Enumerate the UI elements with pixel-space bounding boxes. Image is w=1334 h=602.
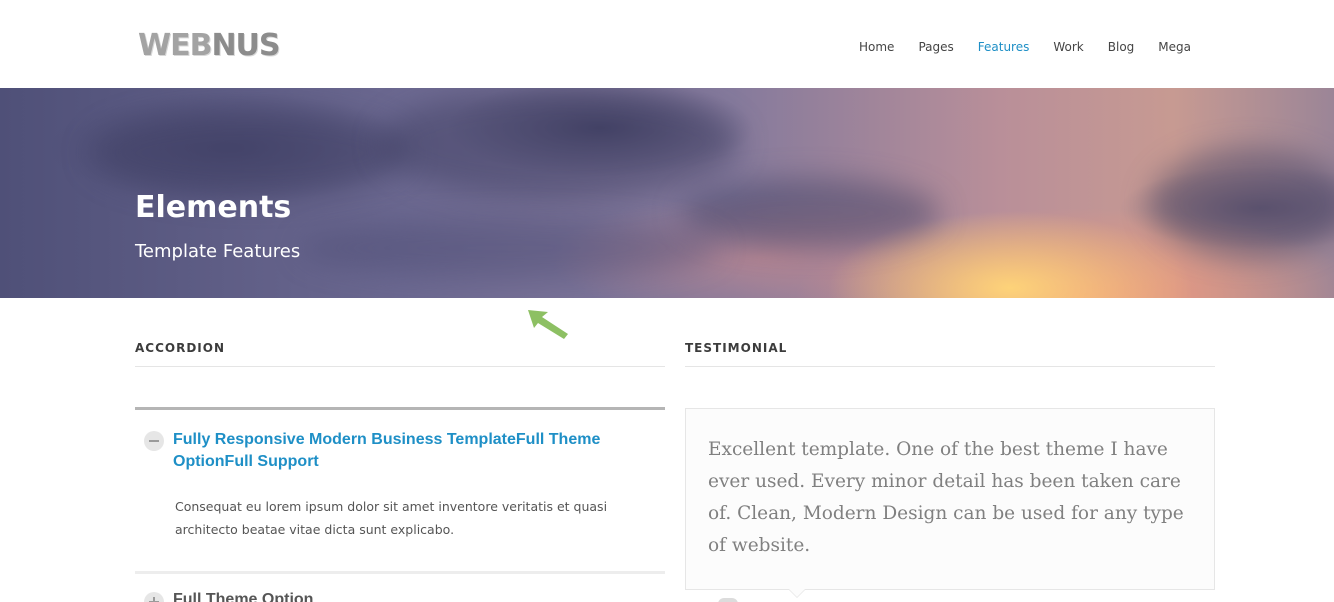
hero-cloud xyxy=(380,88,740,198)
logo-text-web: WEB xyxy=(138,28,212,63)
hero-cloud xyxy=(90,108,410,198)
nav-item-pages[interactable]: Pages xyxy=(906,37,965,57)
hero-cloud xyxy=(1150,148,1334,258)
nav-item-blog[interactable]: Blog xyxy=(1096,37,1147,57)
hero-cloud xyxy=(680,178,940,248)
main-nav: Home Pages Features Work Blog Mega xyxy=(847,37,1203,57)
hero-cloud xyxy=(300,218,720,278)
arrow-up-left-icon xyxy=(528,310,568,339)
accordion-item-body: Consequat eu lorem ipsum dolor sit amet … xyxy=(175,499,608,537)
nav-item-work[interactable]: Work xyxy=(1041,37,1095,57)
nav-item-mega[interactable]: Mega xyxy=(1146,37,1203,57)
site-header: WEBNUS Home Pages Features Work Blog Meg… xyxy=(0,0,1334,88)
accordion-item-title[interactable]: Fully Responsive Modern Business Templat… xyxy=(173,429,633,473)
avatar xyxy=(718,598,738,602)
accordion-heading: ACCORDION xyxy=(135,341,226,355)
accordion-separator xyxy=(135,571,665,574)
accordion-active-border xyxy=(135,407,665,410)
testimonial-pointer-inner xyxy=(789,589,805,597)
minus-icon[interactable] xyxy=(144,431,164,451)
page-subtitle: Template Features xyxy=(135,241,301,262)
section-divider xyxy=(685,366,1215,367)
testimonial-quote: Excellent template. One of the best them… xyxy=(708,439,1184,556)
nav-item-home[interactable]: Home xyxy=(847,37,906,57)
plus-icon[interactable] xyxy=(144,592,164,602)
section-divider xyxy=(135,366,665,367)
page-title: Elements xyxy=(135,190,292,225)
page-hero-banner: Elements Template Features xyxy=(0,88,1334,298)
accordion-item-title[interactable]: Full Theme Option xyxy=(173,589,633,602)
site-logo[interactable]: WEBNUS xyxy=(138,28,281,64)
logo-text-nus: NUS xyxy=(211,28,280,63)
nav-item-features[interactable]: Features xyxy=(966,37,1042,57)
testimonial-heading: TESTIMONIAL xyxy=(685,341,788,355)
